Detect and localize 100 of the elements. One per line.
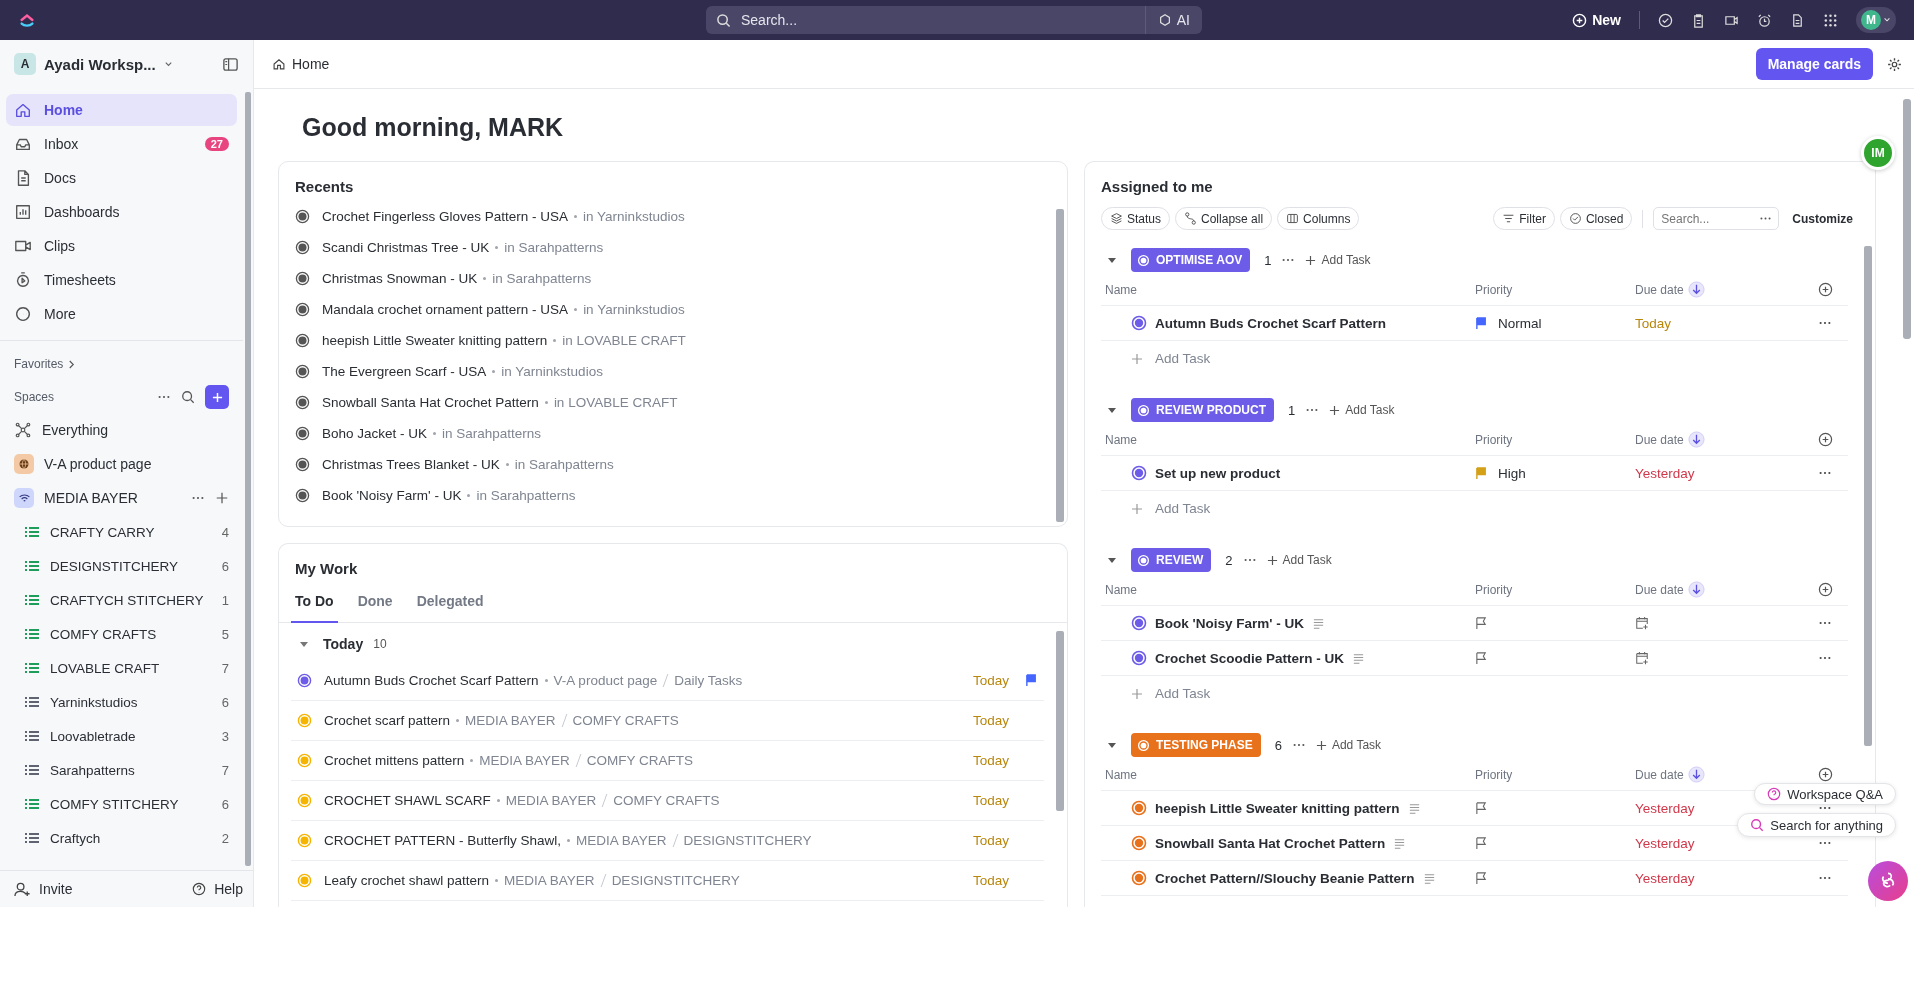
recent-item-link[interactable]: Scandi Christmas Tree - UK	[322, 240, 490, 255]
nav-item[interactable]: Dashboards	[6, 196, 237, 228]
search-anything-button[interactable]: Search for anything	[1737, 813, 1896, 837]
column-header[interactable]: Name	[1105, 282, 1137, 297]
recent-item-link[interactable]: Christmas Snowman - UK	[322, 271, 478, 286]
list-item[interactable]: Loovabletrade 3	[6, 719, 237, 753]
task-name[interactable]: Autumn Buds Crochet Scarf Pattern	[1155, 315, 1387, 331]
task-name[interactable]: Snowball Santa Hat Crochet Pattern	[1155, 835, 1386, 851]
tab[interactable]: Done	[353, 587, 397, 623]
recent-item-link[interactable]: The Evergreen Scarf - USA	[322, 364, 487, 379]
customize-button[interactable]: Customize	[1784, 211, 1859, 226]
item-count: 7	[221, 660, 229, 676]
add-task-button[interactable]: Add Task	[1101, 491, 1848, 526]
task-name[interactable]: heepish Little Sweater knitting pattern	[1155, 800, 1400, 816]
column-header[interactable]: Priority	[1475, 432, 1513, 447]
nav-item[interactable]: Home	[6, 94, 237, 126]
list-item[interactable]: COMFY CRAFTS 5	[6, 617, 237, 651]
column-header[interactable]: Due date	[1635, 432, 1684, 447]
add-task-button[interactable]: Add Task	[1101, 341, 1848, 376]
status-tag[interactable]: OPTIMISE AOV	[1131, 248, 1251, 272]
tab[interactable]: Delegated	[412, 587, 488, 623]
recent-item-link[interactable]: Christmas Trees Blanket - UK	[322, 457, 500, 472]
list-item[interactable]: DESIGNSTITCHERY 6	[6, 549, 237, 583]
nav-item[interactable]: More	[6, 298, 237, 330]
item-count: 4	[221, 524, 229, 540]
task-row[interactable]: Crochet mittens pattern MEDIA BAYER COMFY CRAFTS Today	[291, 741, 1044, 781]
item-count: 6	[221, 558, 229, 574]
task-name: CROCHET PATTERN - Butterfly Shawl,	[324, 833, 562, 848]
task-row[interactable]: Autumn Buds Crochet Scarf Pattern V-A product page Daily Tasks Today	[291, 661, 1044, 701]
search-field[interactable]: Search...	[739, 11, 1137, 29]
recent-item-link[interactable]: Boho Jacket - UK	[322, 426, 428, 441]
breadcrumb-link[interactable]: Home	[292, 56, 330, 72]
new-button[interactable]: New	[1572, 12, 1621, 28]
list-item[interactable]: Yarninkstudios 6	[6, 685, 237, 719]
task-row[interactable]: CROCHET PATTERN - Butterfly Shawl, MEDIA BAYER DESIGNSTITCHERY Today	[291, 821, 1044, 861]
task-name[interactable]: Book 'Noisy Farm' - UK	[1155, 615, 1304, 631]
task-row[interactable]: Leafy crochet shawl pattern MEDIA BAYER DESIGNSTITCHERY Today	[291, 861, 1044, 901]
workspace-avatar[interactable]: A	[14, 53, 36, 75]
manage-cards-button[interactable]: Manage cards	[1755, 48, 1873, 80]
add-task-button[interactable]: Add Task	[1266, 553, 1332, 567]
list-name: Daily Tasks	[674, 673, 743, 688]
space-item[interactable]: MEDIA BAYER	[6, 481, 237, 515]
workspace-qa-button[interactable]: Workspace Q&A	[1754, 783, 1896, 805]
column-header[interactable]: Name	[1105, 432, 1137, 447]
task-name: CROCHET SHAWL SCARF	[324, 793, 491, 808]
column-header[interactable]: Priority	[1475, 582, 1513, 597]
column-header[interactable]: Name	[1105, 582, 1137, 597]
location-text: in Sarahpatterns	[476, 488, 576, 503]
help-button[interactable]: Help	[192, 881, 243, 897]
column-header[interactable]: Due date	[1635, 582, 1684, 597]
location-text: in Yarninkstudios	[583, 209, 685, 224]
task-row[interactable]: CROCHET SHAWL SCARF MEDIA BAYER COMFY CRAFTS Today	[291, 781, 1044, 821]
task-row[interactable]: Crochet scarf pattern MEDIA BAYER COMFY CRAFTS Today	[291, 701, 1044, 741]
status-tag[interactable]: REVIEW	[1131, 548, 1212, 572]
task-name[interactable]: Set up new product	[1155, 465, 1281, 481]
tab[interactable]: To Do	[291, 587, 338, 623]
nav-item[interactable]: Inbox 27	[6, 128, 237, 160]
priority-label: High	[1498, 465, 1526, 481]
column-header[interactable]: Priority	[1475, 767, 1513, 782]
column-header[interactable]: Due date	[1635, 282, 1684, 297]
status-tag[interactable]: REVIEW PRODUCT	[1131, 398, 1274, 422]
recent-item-link[interactable]: Mandala crochet ornament pattern - USA	[322, 302, 569, 317]
ai-button[interactable]: AI	[1144, 6, 1202, 34]
due-date: Yesterday	[1635, 835, 1695, 851]
list-item[interactable]: CRAFTYCH STITCHERY 1	[6, 583, 237, 617]
task-name[interactable]: Crochet Scoodie Pattern - UK	[1155, 650, 1345, 666]
list-item[interactable]: CRAFTY CARRY 4	[6, 515, 237, 549]
recent-item-link[interactable]: Book 'Noisy Farm' - UK	[322, 488, 462, 503]
space-item[interactable]: Everything	[6, 413, 237, 447]
task-name[interactable]: Crochet Pattern//Slouchy Beanie Pattern	[1155, 870, 1415, 886]
recent-item-link[interactable]: heepish Little Sweater knitting pattern	[322, 333, 548, 348]
task-name: Crochet mittens pattern	[324, 753, 465, 768]
nav-item[interactable]: Docs	[6, 162, 237, 194]
list-item[interactable]: Sarahpatterns 7	[6, 753, 237, 787]
search-field[interactable]: Search...	[1653, 207, 1780, 230]
space-item[interactable]: V-A product page	[6, 447, 237, 481]
add-task-button[interactable]: Add Task	[1315, 738, 1382, 752]
list-item[interactable]: Craftych 2	[6, 821, 237, 855]
favorites-link[interactable]: Favorites	[14, 357, 64, 371]
list-item[interactable]: COMFY STITCHERY 6	[6, 787, 237, 821]
due-date: Yesterday	[1635, 465, 1695, 481]
workspace-name[interactable]: Ayadi Worksp...	[44, 55, 156, 73]
due-date: Yesterday	[1635, 800, 1695, 816]
space-name: MEDIA BAYER	[465, 713, 556, 728]
nav-item[interactable]: Clips	[6, 230, 237, 262]
list-item[interactable]: LOVABLE CRAFT 7	[6, 651, 237, 685]
add-task-button[interactable]: Add Task	[1329, 403, 1395, 417]
nav-item[interactable]: Timesheets	[6, 264, 237, 296]
recent-item-link[interactable]: Snowball Santa Hat Crochet Pattern	[322, 395, 539, 410]
add-task-button[interactable]: Add Task	[1305, 253, 1371, 267]
column-header[interactable]: Priority	[1475, 282, 1513, 297]
search-bar[interactable]: Search... AI	[706, 6, 1202, 34]
recent-item-link[interactable]: Crochet Fingerless Gloves Pattern - USA	[322, 209, 569, 224]
item-count: 2	[221, 830, 229, 846]
location-text: in Sarahpatterns	[492, 271, 592, 286]
add-task-button[interactable]: Add Task	[1101, 676, 1848, 711]
space-name: V-A product page	[553, 673, 658, 688]
column-header[interactable]: Due date	[1635, 767, 1684, 782]
column-header[interactable]: Name	[1105, 767, 1137, 782]
invite-button[interactable]: Invite	[14, 880, 73, 898]
